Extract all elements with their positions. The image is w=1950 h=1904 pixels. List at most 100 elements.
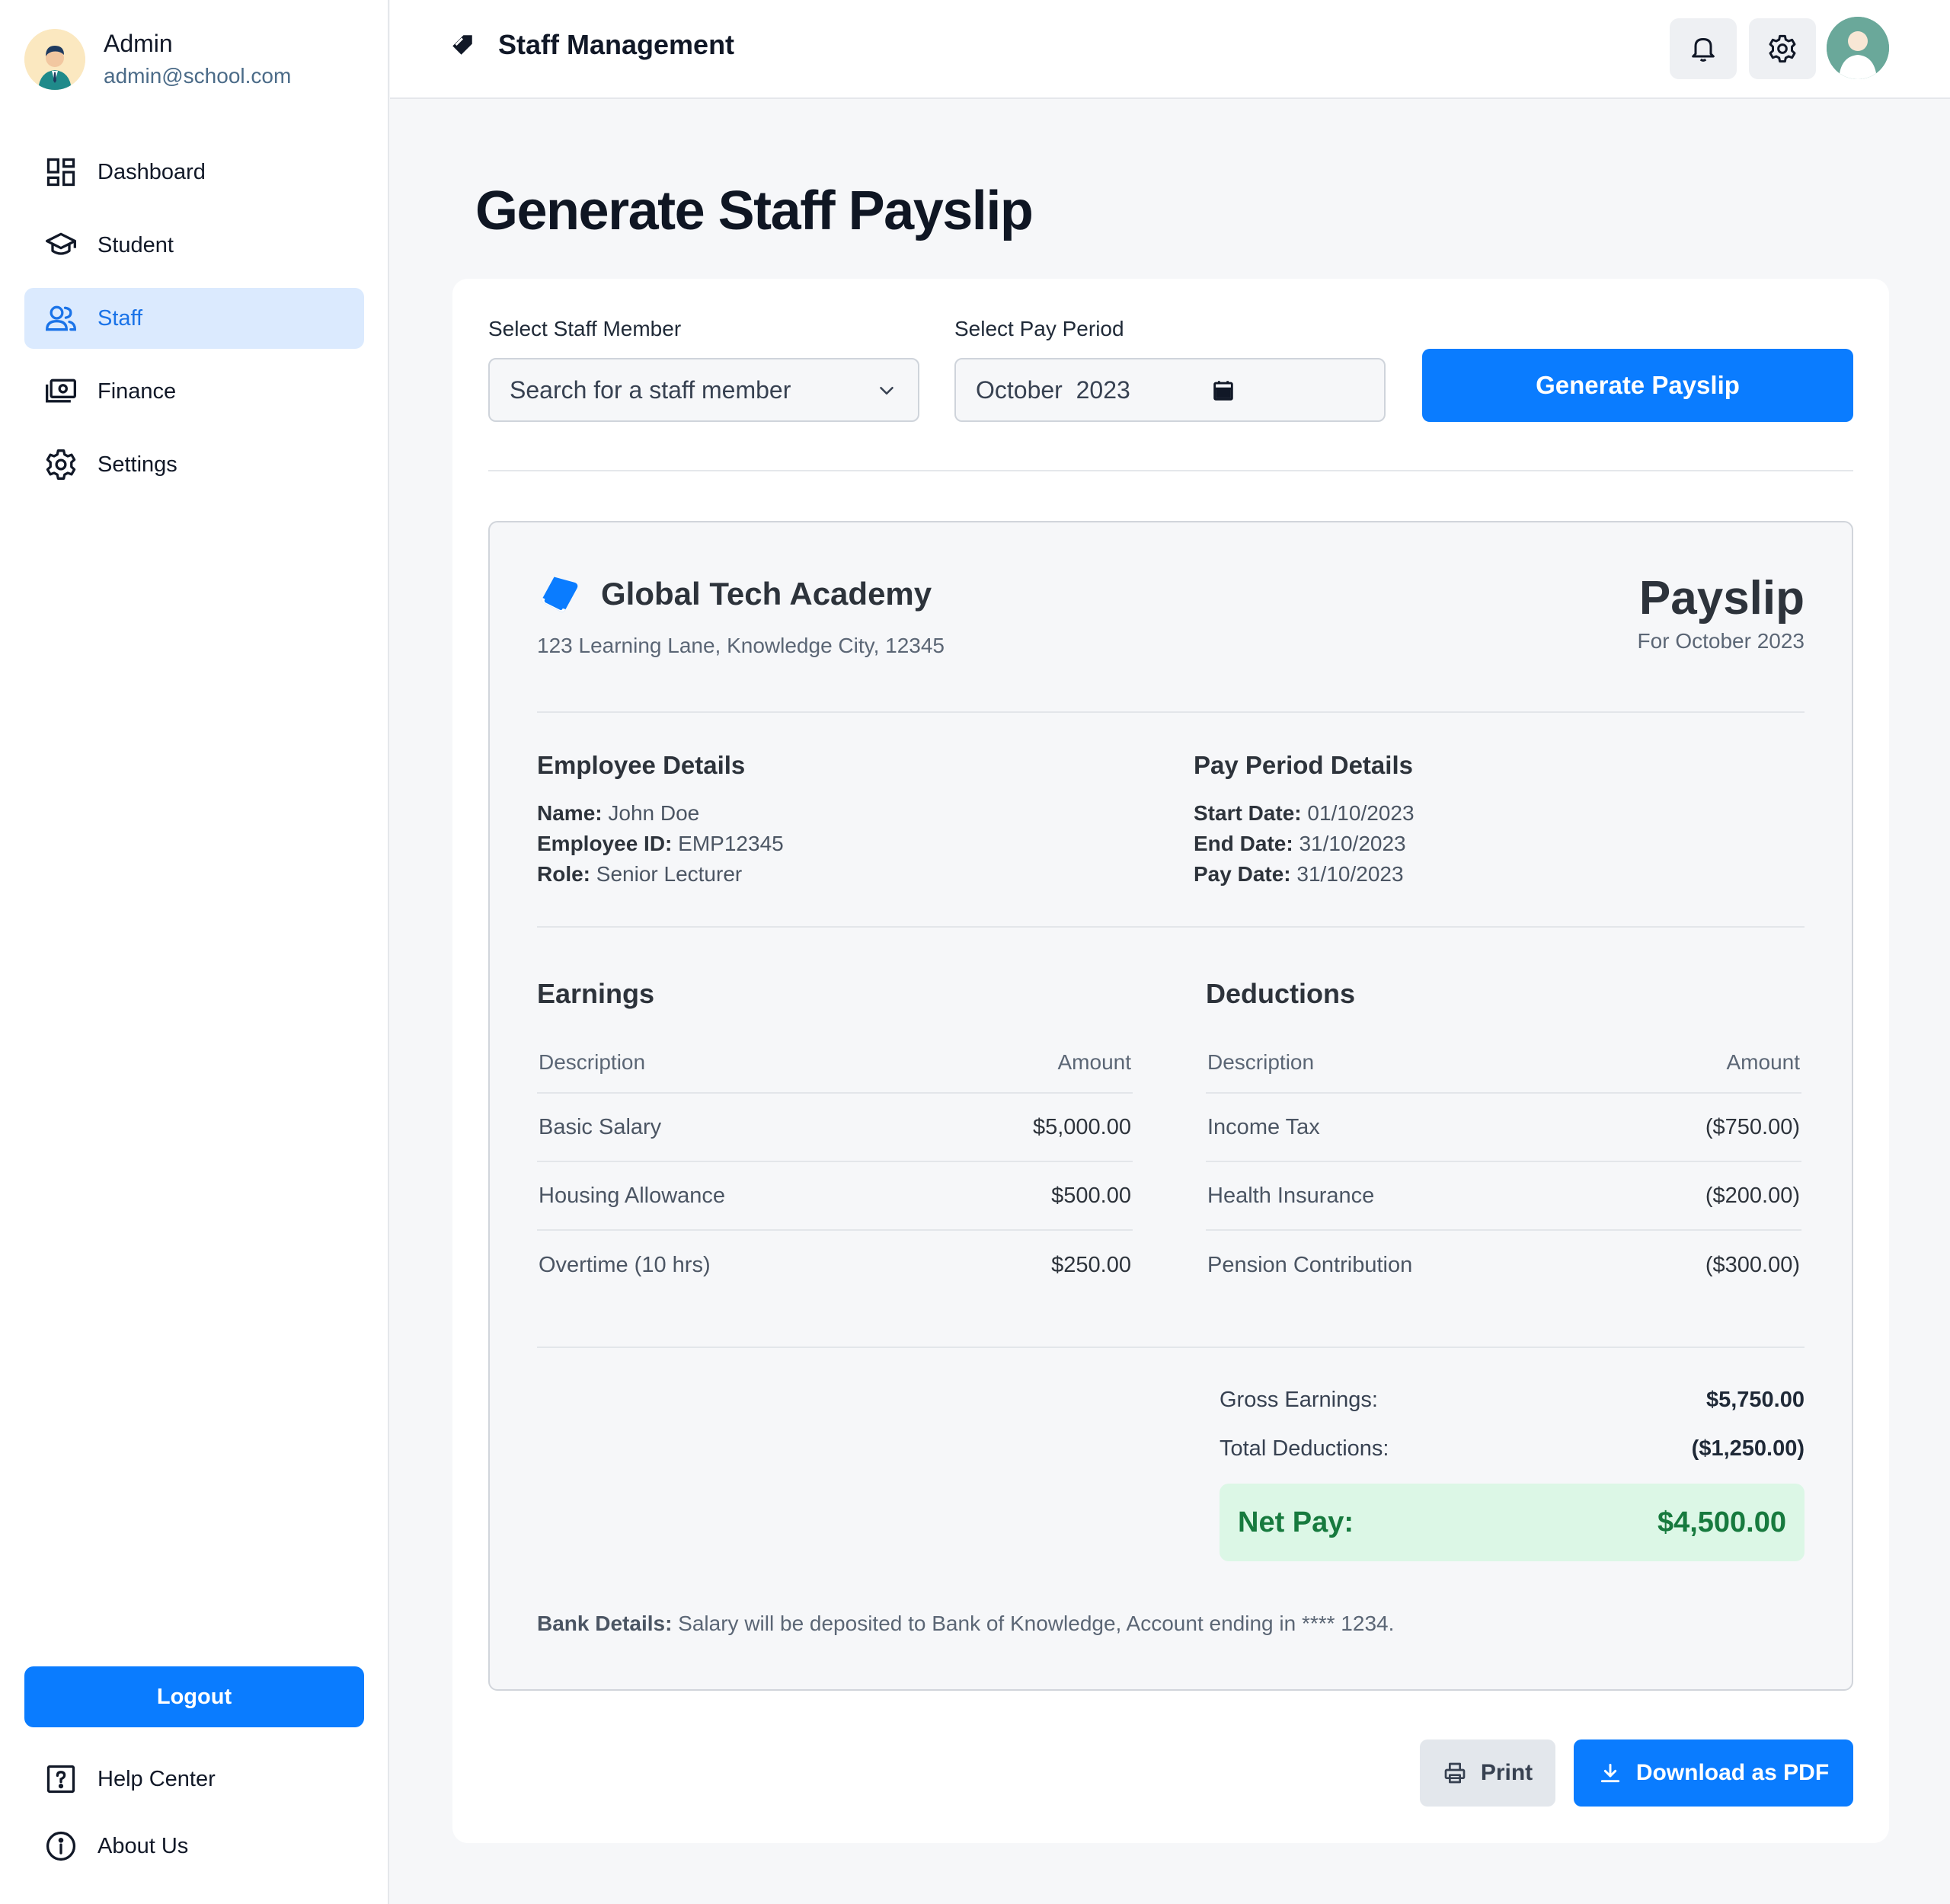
row-description: Basic Salary <box>539 1114 662 1139</box>
sidebar: Admin admin@school.com Dashboard Student… <box>0 0 389 1904</box>
row-amount: $500.00 <box>1051 1183 1131 1208</box>
bell-icon <box>1692 38 1715 62</box>
column-description: Description <box>1207 1050 1315 1074</box>
help-icon <box>46 1765 75 1794</box>
sidebar-item-dashboard[interactable]: Dashboard <box>24 142 364 203</box>
download-icon <box>1600 1763 1619 1783</box>
deductions-title: Deductions <box>1206 978 1356 1009</box>
sidebar-item-label: Staff <box>98 305 143 331</box>
pay-period-label: Select Pay Period <box>954 317 1124 340</box>
gross-earnings-label: Gross Earnings: <box>1220 1388 1378 1412</box>
download-pdf-button[interactable]: Download as PDF <box>1574 1739 1853 1807</box>
user-profile: Admin admin@school.com <box>24 27 291 91</box>
staff-select-label: Select Staff Member <box>488 317 682 340</box>
row-amount: ($750.00) <box>1705 1114 1800 1139</box>
notifications-button[interactable] <box>1670 18 1737 79</box>
bank-details: Bank Details: Salary will be deposited t… <box>537 1612 1394 1636</box>
row-amount: $5,000.00 <box>1032 1114 1131 1139</box>
table-row: Health Insurance ($200.00) <box>1206 1162 1801 1231</box>
staff-select[interactable]: Search for a staff member <box>488 358 919 422</box>
graduation-cap-icon <box>46 232 76 255</box>
sidebar-item-student[interactable]: Student <box>24 215 364 276</box>
payslip-generator-card: Select Staff Member Search for a staff m… <box>452 279 1889 1843</box>
row-amount: $250.00 <box>1051 1252 1131 1277</box>
bank-details-label: Bank Details: <box>537 1612 673 1635</box>
chevron-down-icon <box>880 387 893 395</box>
print-label: Print <box>1480 1760 1533 1785</box>
pay-period-details-title: Pay Period Details <box>1194 751 1413 779</box>
gear-icon <box>1769 34 1796 63</box>
column-description: Description <box>539 1050 646 1074</box>
money-icon <box>46 379 76 403</box>
info-icon <box>46 1831 76 1861</box>
staff-select-placeholder: Search for a staff member <box>510 375 791 404</box>
pay-period-value: October 2023 <box>976 375 1130 404</box>
table-header: Description Amount <box>1206 1033 1801 1094</box>
gross-earnings: Gross Earnings: $5,750.00 <box>1220 1388 1805 1413</box>
table-row: Pension Contribution ($300.00) <box>1206 1231 1801 1299</box>
bank-details-text: Salary will be deposited to Bank of Know… <box>672 1612 1395 1635</box>
gear-icon <box>46 449 76 480</box>
total-deductions-label: Total Deductions: <box>1220 1436 1389 1461</box>
sidebar-item-label: Finance <box>98 379 177 404</box>
pay-period-input[interactable]: October 2023 <box>954 358 1386 422</box>
net-pay: Net Pay: $4,500.00 <box>1220 1484 1805 1561</box>
school-name: Global Tech Academy <box>601 576 932 612</box>
employee-id: Employee ID: EMP12345 <box>537 832 784 855</box>
help-center-label: Help Center <box>98 1766 216 1791</box>
settings-button[interactable] <box>1749 18 1816 79</box>
users-icon <box>46 305 76 331</box>
user-avatar-button[interactable] <box>1827 17 1889 79</box>
column-amount: Amount <box>1726 1050 1801 1074</box>
download-pdf-label: Download as PDF <box>1635 1760 1830 1785</box>
row-amount: ($300.00) <box>1705 1252 1800 1277</box>
row-description: Overtime (10 hrs) <box>539 1252 711 1277</box>
total-deductions: Total Deductions: ($1,250.00) <box>1220 1436 1805 1462</box>
about-us-link[interactable]: About Us <box>24 1816 364 1877</box>
sidebar-item-label: Settings <box>98 452 177 477</box>
print-button[interactable]: Print <box>1420 1739 1555 1807</box>
printer-icon <box>1444 1762 1466 1784</box>
avatar <box>1827 17 1889 79</box>
end-date: End Date: 31/10/2023 <box>1194 832 1406 855</box>
school-header: Global Tech Academy <box>537 571 932 617</box>
gross-earnings-value: $5,750.00 <box>1705 1388 1805 1412</box>
net-pay-value: $4,500.00 <box>1657 1506 1786 1538</box>
sidebar-footer: Help Center About Us <box>24 1749 364 1883</box>
total-deductions-value: ($1,250.00) <box>1691 1436 1805 1461</box>
user-email: admin@school.com <box>104 64 292 88</box>
payslip-period: For October 2023 <box>1637 629 1805 653</box>
avatar <box>24 29 85 90</box>
table-row: Housing Allowance $500.00 <box>537 1162 1133 1231</box>
page-title: Generate Staff Payslip <box>475 180 1034 241</box>
help-center-link[interactable]: Help Center <box>24 1749 364 1810</box>
sidebar-item-finance[interactable]: Finance <box>24 361 364 422</box>
payslip-preview: Global Tech Academy 123 Learning Lane, K… <box>488 521 1853 1691</box>
table-row: Basic Salary $5,000.00 <box>537 1094 1133 1162</box>
generate-payslip-button[interactable]: Generate Payslip <box>1422 349 1853 422</box>
sidebar-item-label: Dashboard <box>98 159 206 184</box>
divider <box>537 926 1805 928</box>
user-name: Admin <box>104 30 173 57</box>
payslip-title: Payslip <box>1638 572 1805 625</box>
sidebar-item-label: Student <box>98 232 174 257</box>
header-brand: Staff Management <box>449 29 734 61</box>
sidebar-item-settings[interactable]: Settings <box>24 434 364 495</box>
logout-button[interactable]: Logout <box>24 1666 364 1727</box>
row-description: Health Insurance <box>1207 1183 1375 1208</box>
table-header: Description Amount <box>537 1033 1133 1094</box>
sidebar-nav: Dashboard Student Staff Finance Settings <box>24 142 364 507</box>
row-amount: ($200.00) <box>1705 1183 1800 1208</box>
row-description: Income Tax <box>1207 1114 1320 1139</box>
sidebar-item-staff[interactable]: Staff <box>24 288 364 349</box>
top-header: Staff Management <box>390 0 1950 99</box>
employee-details-title: Employee Details <box>537 751 746 779</box>
net-pay-label: Net Pay: <box>1238 1506 1354 1538</box>
deductions-table: Description Amount Income Tax ($750.00) … <box>1206 1033 1801 1299</box>
earnings-table: Description Amount Basic Salary $5,000.0… <box>537 1033 1133 1299</box>
row-description: Housing Allowance <box>539 1183 726 1208</box>
calendar-icon[interactable] <box>1210 378 1236 404</box>
school-address: 123 Learning Lane, Knowledge City, 12345 <box>537 634 945 657</box>
earnings-title: Earnings <box>537 978 655 1009</box>
header-title: Staff Management <box>498 29 735 60</box>
